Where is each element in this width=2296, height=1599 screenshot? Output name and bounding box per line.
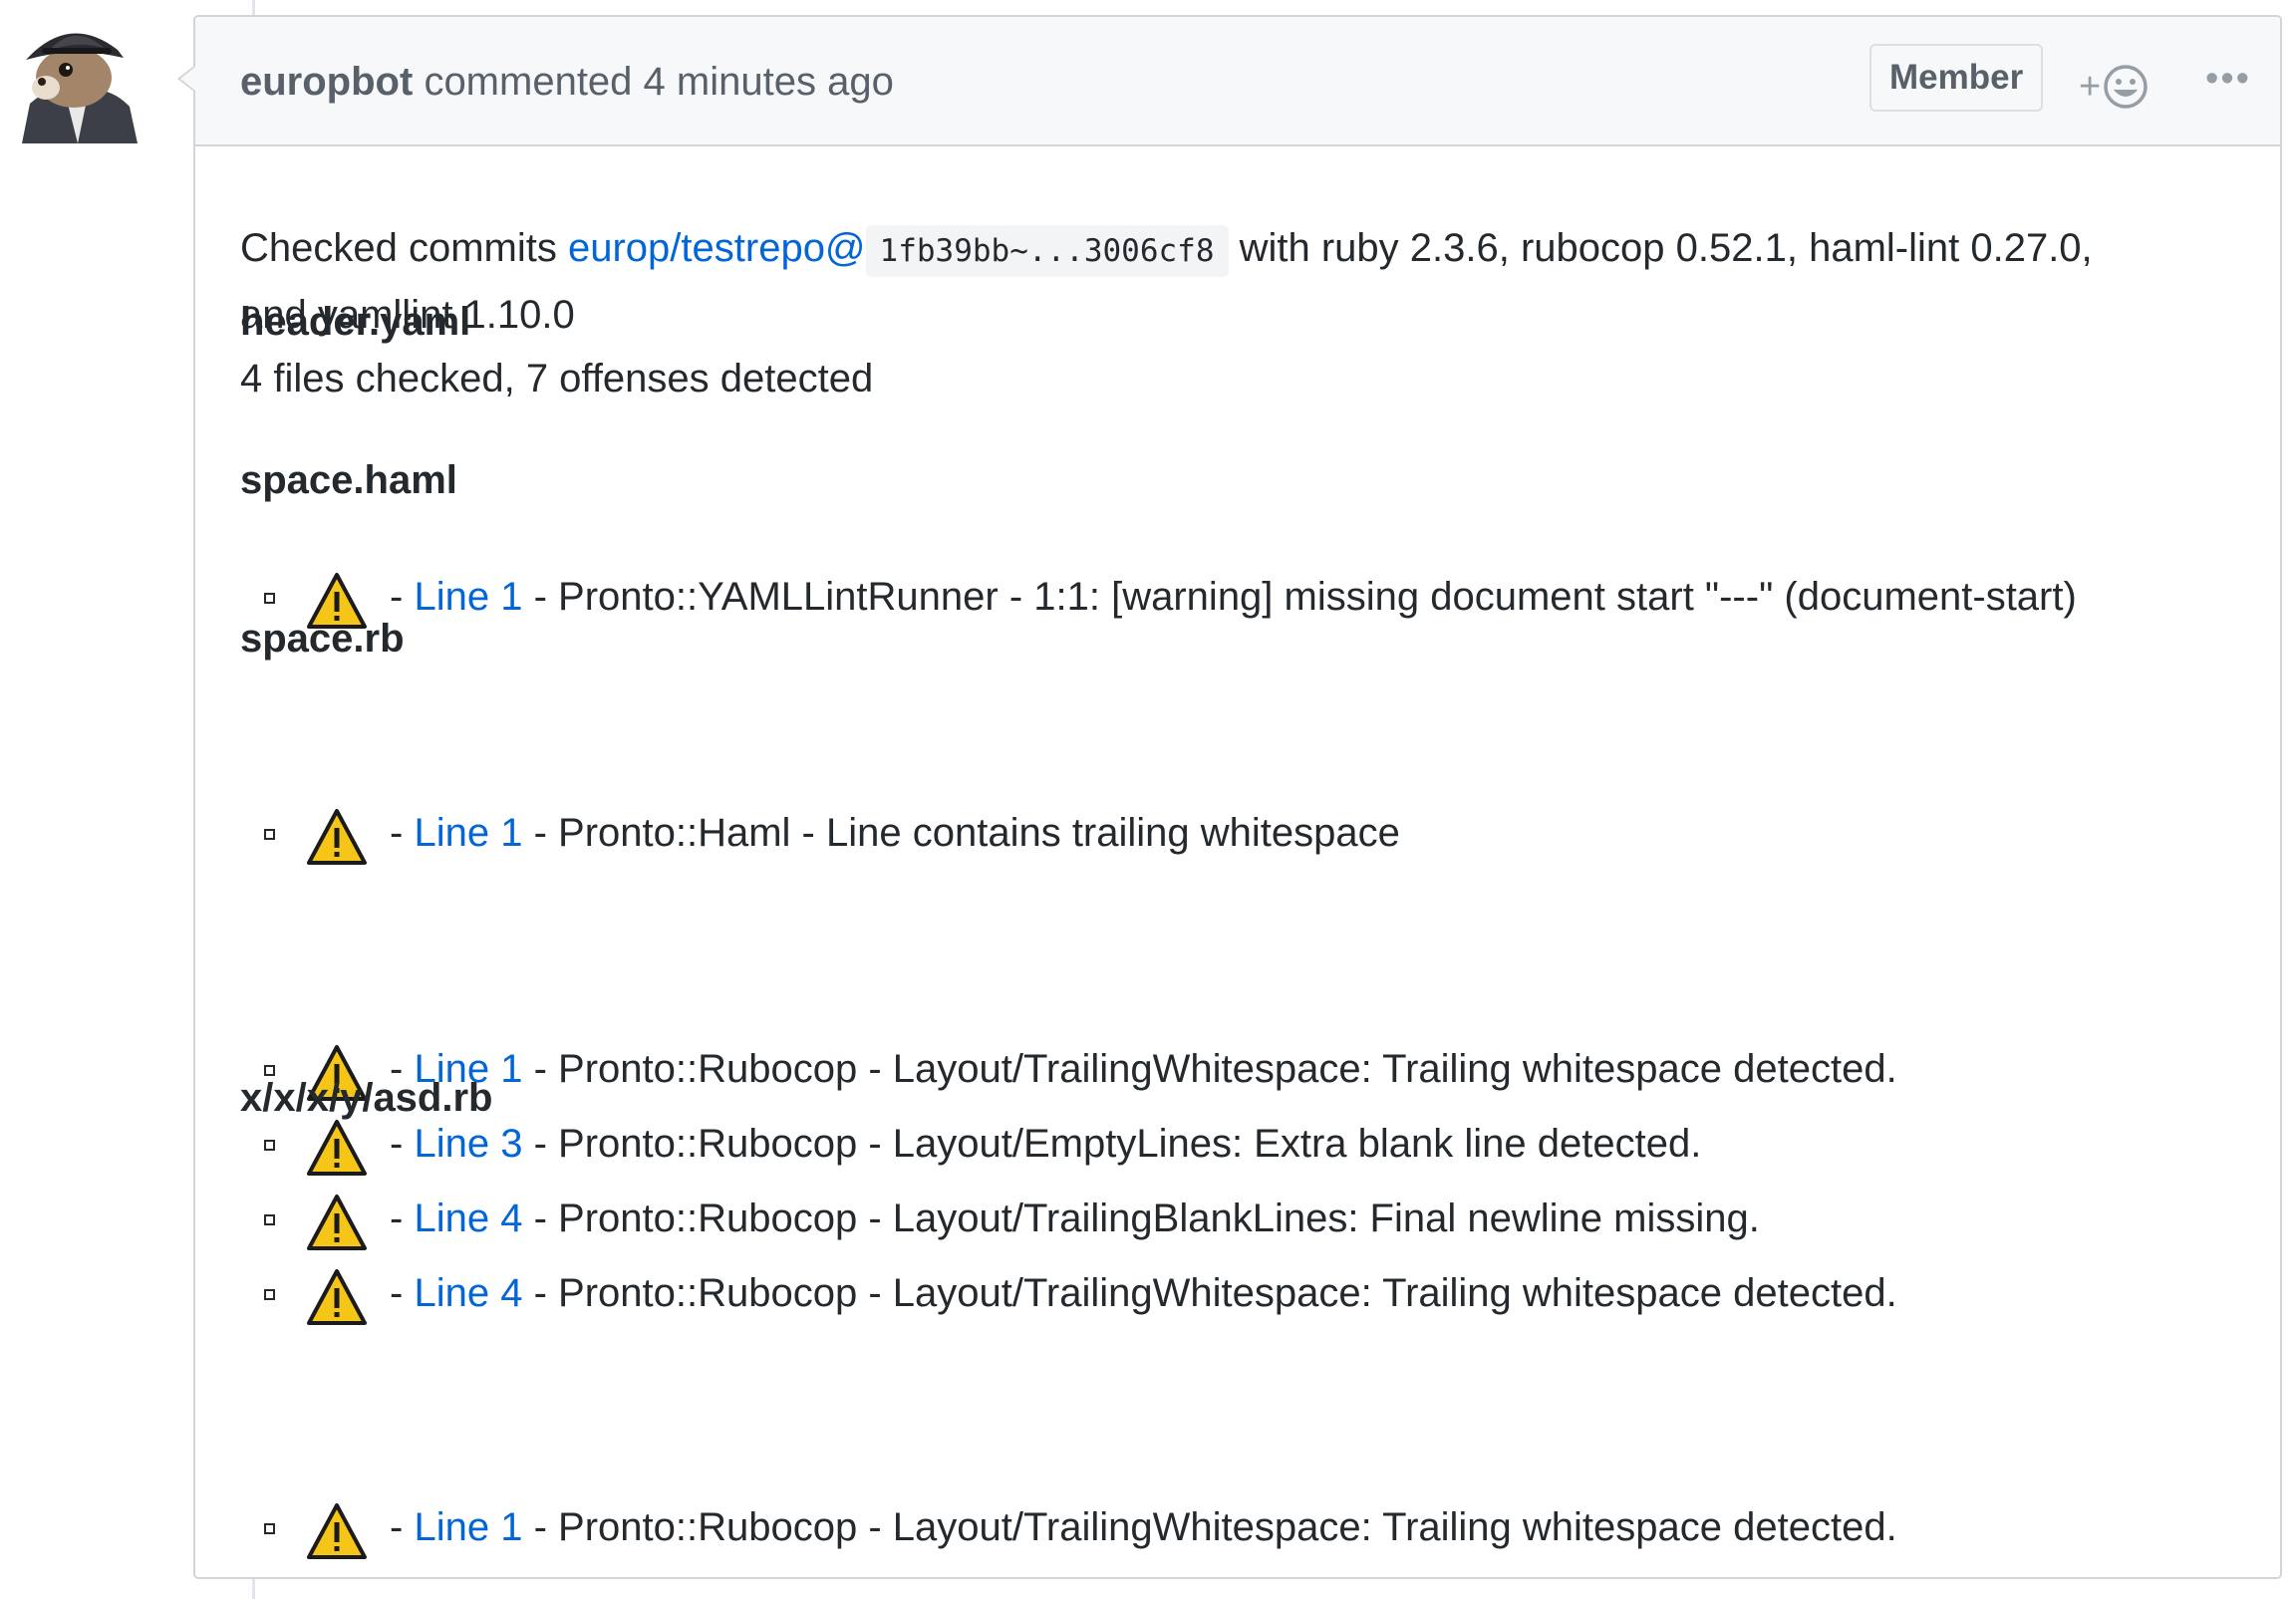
avatar[interactable] bbox=[12, 12, 144, 143]
offense-item: - Line 1 - Pronto::Rubocop - Layout/Trai… bbox=[240, 1490, 2233, 1565]
line-link[interactable]: Line 1 bbox=[414, 1505, 522, 1549]
summary-line: 4 files checked, 7 offenses detected bbox=[240, 357, 874, 400]
squirrel-avatar-icon bbox=[12, 12, 144, 143]
dash: - bbox=[390, 811, 404, 855]
dash: - bbox=[533, 1197, 547, 1240]
bullet-icon bbox=[264, 1140, 275, 1151]
offense-item: - Line 3 - Pronto::Rubocop - Layout/Empt… bbox=[240, 1107, 2233, 1182]
line-link[interactable]: Line 3 bbox=[414, 1122, 522, 1166]
file-heading: x/x/x/y/asd.rb bbox=[240, 1076, 493, 1120]
commit-range-link[interactable]: 1fb39bb~...3006cf8 bbox=[865, 225, 1229, 277]
offense-text: - Line 4 - Pronto::Rubocop - Layout/Trai… bbox=[390, 1256, 1897, 1331]
offense-text: - Line 3 - Pronto::Rubocop - Layout/Empt… bbox=[390, 1107, 1701, 1182]
dash: - bbox=[390, 1197, 404, 1240]
offense-list: - Line 1 - Pronto::Rubocop - Layout/Trai… bbox=[240, 1032, 2233, 1331]
bullet-icon bbox=[264, 1065, 275, 1076]
warning-icon bbox=[307, 809, 367, 865]
line-link[interactable]: Line 1 bbox=[414, 575, 522, 619]
dash: - bbox=[533, 1271, 547, 1315]
offense-text: - Line 4 - Pronto::Rubocop - Layout/Trai… bbox=[390, 1182, 1760, 1256]
offense-message: Pronto::Rubocop - Layout/TrailingWhitesp… bbox=[558, 1505, 1897, 1549]
dash: - bbox=[533, 1505, 547, 1549]
action-text: commented bbox=[424, 60, 633, 104]
intro-prefix: Checked commits bbox=[240, 226, 568, 270]
bullet-icon bbox=[264, 829, 275, 840]
offense-message: Pronto::YAMLLintRunner - 1:1: [warning] … bbox=[558, 575, 2077, 619]
file-heading: space.rb bbox=[240, 617, 405, 661]
offense-text: - Line 1 - Pronto::YAMLLintRunner - 1:1:… bbox=[390, 560, 2077, 635]
offense-list: - Line 1 - Pronto::Rubocop - Layout/Trai… bbox=[240, 1490, 2233, 1565]
file-heading: space.haml bbox=[240, 458, 457, 502]
offense-text: - Line 1 - Pronto::Haml - Line contains … bbox=[390, 796, 1400, 871]
warning-icon bbox=[307, 1195, 367, 1250]
role-badge: Member bbox=[1869, 44, 2044, 112]
add-reaction-button[interactable]: + bbox=[2079, 57, 2149, 117]
offense-message: Pronto::Rubocop - Layout/EmptyLines: Ext… bbox=[558, 1122, 1702, 1166]
offense-item: - Line 4 - Pronto::Rubocop - Layout/Trai… bbox=[240, 1256, 2233, 1331]
bullet-icon bbox=[264, 1289, 275, 1300]
intro-line-2: and yamllint 1.10.0 bbox=[240, 293, 575, 337]
warning-icon bbox=[307, 1120, 367, 1176]
intro-line-1: Checked commits europ/testrepo@ 1fb39bb~.… bbox=[240, 216, 2233, 283]
more-options-button[interactable]: ••• bbox=[2198, 57, 2258, 117]
offense-list: - Line 1 - Pronto::Haml - Line contains … bbox=[240, 796, 2233, 871]
comment-header: europbot commented 4 minutes ago Member … bbox=[195, 17, 2280, 146]
bullet-icon bbox=[264, 593, 275, 604]
dash: - bbox=[390, 1271, 404, 1315]
timestamp-link[interactable]: 4 minutes ago bbox=[644, 60, 894, 104]
repo-link[interactable]: europ/testrepo@ bbox=[568, 226, 866, 270]
intro-text: Checked commits europ/testrepo@ 1fb39bb~.… bbox=[240, 216, 2233, 410]
smiley-icon bbox=[2104, 65, 2148, 109]
dash: - bbox=[533, 1047, 547, 1091]
line-link[interactable]: Line 1 bbox=[414, 811, 522, 855]
file-heading: header.yaml bbox=[240, 300, 471, 344]
offense-list: - Line 1 - Pronto::YAMLLintRunner - 1:1:… bbox=[240, 560, 2233, 635]
dash: - bbox=[390, 575, 404, 619]
offense-message: Pronto::Rubocop - Layout/TrailingBlankLi… bbox=[558, 1197, 1760, 1240]
dash: - bbox=[533, 575, 547, 619]
offense-text: - Line 1 - Pronto::Rubocop - Layout/Trai… bbox=[390, 1490, 1897, 1565]
offense-item: - Line 4 - Pronto::Rubocop - Layout/Trai… bbox=[240, 1182, 2233, 1256]
bullet-icon bbox=[264, 1523, 275, 1534]
warning-icon bbox=[307, 1503, 367, 1559]
bullet-icon bbox=[264, 1214, 275, 1225]
plus-icon: + bbox=[2079, 66, 2102, 108]
dash: - bbox=[533, 1122, 547, 1166]
offense-message: Pronto::Rubocop - Layout/TrailingWhitesp… bbox=[558, 1047, 1897, 1091]
dash: - bbox=[390, 1122, 404, 1166]
intro-suffix: with ruby 2.3.6, rubocop 0.52.1, haml-li… bbox=[1228, 226, 2093, 270]
line-link[interactable]: Line 4 bbox=[414, 1197, 522, 1240]
offense-text: - Line 1 - Pronto::Rubocop - Layout/Trai… bbox=[390, 1032, 1897, 1107]
author-link[interactable]: europbot bbox=[240, 60, 413, 104]
offense-message: Pronto::Rubocop - Layout/TrailingWhitesp… bbox=[558, 1271, 1897, 1315]
warning-icon bbox=[307, 1269, 367, 1325]
offense-item: - Line 1 - Pronto::Rubocop - Layout/Trai… bbox=[240, 1032, 2233, 1107]
comment-card: europbot commented 4 minutes ago Member … bbox=[177, 15, 2282, 1579]
offense-item: - Line 1 - Pronto::YAMLLintRunner - 1:1:… bbox=[240, 560, 2233, 635]
comment-meta: europbot commented 4 minutes ago bbox=[240, 17, 894, 146]
line-link[interactable]: Line 4 bbox=[414, 1271, 522, 1315]
dash: - bbox=[390, 1505, 404, 1549]
dash: - bbox=[533, 811, 547, 855]
offense-item: - Line 1 - Pronto::Haml - Line contains … bbox=[240, 796, 2233, 871]
offense-message: Pronto::Haml - Line contains trailing wh… bbox=[558, 811, 1400, 855]
